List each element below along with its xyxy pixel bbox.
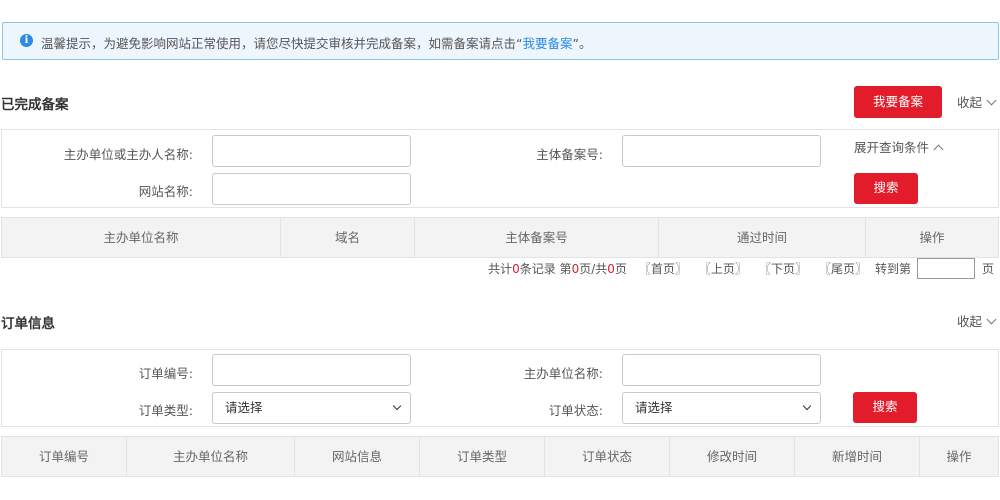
notice-text-after: ”。 (572, 36, 592, 51)
collapse-label: 收起 (957, 314, 983, 329)
pager-record-count: 0 (512, 261, 520, 276)
goto-suffix: 页 (981, 262, 994, 276)
entity-no-label: 主体备案号: (536, 147, 603, 162)
completed-table-header: 主办单位名称 域名 主体备案号 通过时间 操作 (1, 217, 999, 258)
column-header: 订单编号 (2, 437, 127, 476)
order-status-select[interactable]: 请选择 (622, 392, 821, 424)
chevron-down-icon (392, 401, 402, 411)
goto-label: 转到第 (874, 262, 911, 276)
apply-link[interactable]: 我要备案 (522, 36, 572, 51)
chevron-down-icon (986, 314, 997, 325)
order-type-label: 订单类型: (138, 403, 193, 418)
column-header: 操作 (919, 230, 945, 245)
pager-mid2: 页/共 (579, 262, 608, 276)
info-icon: i (20, 34, 33, 47)
prev-page-link[interactable]: 〖上页〗 (699, 260, 747, 277)
column-header: 新增时间 (795, 437, 920, 476)
goto-page-input[interactable] (916, 258, 975, 279)
order-status-label: 订单状态: (548, 403, 603, 418)
pagination: 共计 0 条记录 第 0 页/共 0 页 〖首页〗 〖上页〗 〖下页〗 〖尾页〗 转到第 页 (488, 258, 994, 279)
column-header: 主体备案号 (415, 218, 659, 257)
order-type-select[interactable]: 请选择 (212, 392, 411, 424)
order-organizer-input[interactable] (622, 354, 821, 386)
column-header: 修改时间 (670, 437, 795, 476)
pager-current-page: 0 (571, 261, 580, 276)
chevron-down-icon (986, 95, 997, 106)
expand-query-toggle[interactable]: 展开查询条件 (854, 137, 944, 156)
pager-mid1: 条记录 第 (519, 262, 572, 276)
order-no-label: 订单编号: (138, 366, 193, 381)
notice-text-before: 温馨提示，为避免影响网站正常使用，请您尽快提交审核并完成备案，如需备案请点击“ (41, 36, 523, 51)
chevron-down-icon (802, 401, 812, 411)
column-header: 订单状态 (545, 437, 670, 476)
entity-no-input[interactable] (622, 135, 821, 167)
column-header: 网站信息 (295, 437, 420, 476)
completed-collapse-toggle[interactable]: 收起 (957, 92, 997, 111)
apply-button[interactable]: 我要备案 (854, 86, 942, 118)
completed-filter-panel: 主办单位或主办人名称: 主体备案号: 网站名称: 展开查询条件 搜索 (1, 129, 999, 208)
chevron-up-icon (933, 144, 944, 155)
site-name-input[interactable] (212, 173, 411, 205)
orders-search-button[interactable]: 搜索 (853, 392, 917, 423)
order-type-value: 请选择 (225, 400, 263, 415)
collapse-label: 收起 (957, 95, 983, 110)
column-header: 订单类型 (420, 437, 545, 476)
order-no-input[interactable] (212, 354, 411, 386)
completed-search-button[interactable]: 搜索 (854, 173, 918, 204)
orders-filter-panel: 订单编号: 主办单位名称: 订单类型: 请选择 订单状态: 请选择 搜索 (1, 349, 999, 427)
column-header: 操作 (946, 449, 972, 464)
expand-label: 展开查询条件 (854, 140, 930, 155)
order-status-value: 请选择 (635, 400, 673, 415)
pager-suffix: 页 (614, 262, 627, 276)
column-header: 通过时间 (659, 218, 866, 257)
organizer-input[interactable] (212, 135, 411, 167)
notice-banner: i 温馨提示，为避免影响网站正常使用，请您尽快提交审核并完成备案，如需备案请点击… (2, 22, 999, 60)
organizer-label: 主办单位或主办人名称: (63, 147, 193, 162)
first-page-link[interactable]: 〖首页〗 (639, 260, 687, 277)
column-header: 域名 (281, 218, 415, 257)
pager-total-pages: 0 (607, 261, 615, 276)
orders-section-title: 订单信息 (1, 316, 55, 332)
orders-table-header: 订单编号 主办单位名称 网站信息 订单类型 订单状态 修改时间 新增时间 操作 (1, 436, 999, 477)
notice-message: 温馨提示，为避免影响网站正常使用，请您尽快提交审核并完成备案，如需备案请点击“我… (41, 33, 591, 52)
column-header: 主办单位名称 (127, 437, 295, 476)
next-page-link[interactable]: 〖下页〗 (759, 260, 807, 277)
column-header: 主办单位名称 (2, 218, 281, 257)
site-name-label: 网站名称: (138, 184, 193, 199)
pager-prefix: 共计 (488, 262, 513, 276)
order-organizer-label: 主办单位名称: (523, 366, 603, 381)
last-page-link[interactable]: 〖尾页〗 (819, 260, 867, 277)
orders-collapse-toggle[interactable]: 收起 (957, 311, 997, 330)
completed-section-title: 已完成备案 (1, 97, 69, 113)
